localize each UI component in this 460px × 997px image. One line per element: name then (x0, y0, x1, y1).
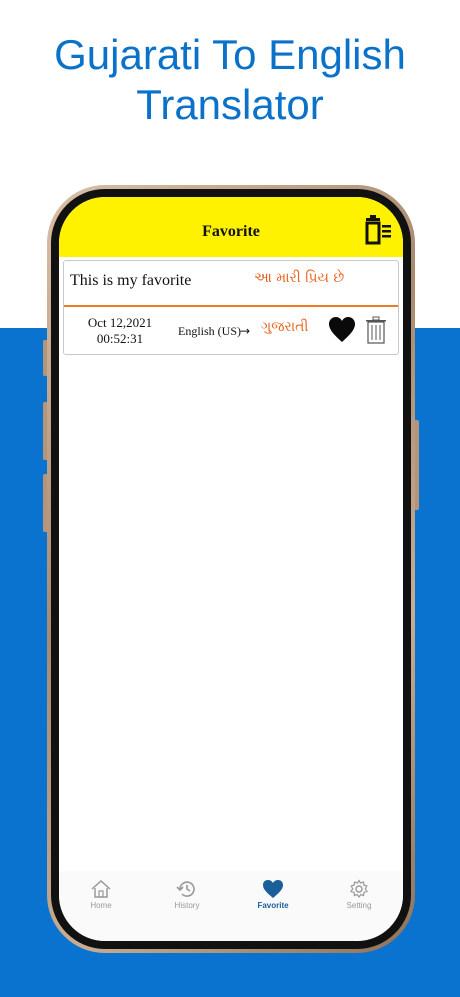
favorite-item-texts: This is my favorite આ મારી પ્રિય છે (64, 261, 398, 307)
translated-text: આ મારી પ્રિય છે (254, 270, 345, 286)
gear-icon (350, 879, 368, 899)
tab-favorite-label: Favorite (257, 901, 289, 910)
tab-history[interactable]: History (157, 879, 217, 910)
app-screen: Favorite This is my favorite આ મારી પ્રિ… (59, 197, 403, 941)
promo-title-line1: Gujarati To English (54, 31, 406, 78)
tab-history-label: History (174, 901, 200, 910)
favorite-date: Oct 12,2021 (87, 315, 153, 330)
tab-setting[interactable]: Setting (329, 879, 389, 910)
favorite-timestamp: Oct 12,2021 00:52:31 (70, 315, 170, 347)
source-language: English (US) (178, 324, 241, 338)
heart-filled-icon[interactable] (328, 316, 356, 344)
home-icon (91, 879, 111, 898)
phone-frame: Favorite This is my favorite આ મારી પ્રિ… (47, 185, 415, 953)
nav-bar: Favorite (59, 197, 403, 257)
arrow-icon: → (240, 324, 251, 338)
source-text: This is my favorite (70, 272, 192, 289)
tab-setting-label: Setting (346, 901, 372, 910)
target-language: ગુજરાતી (261, 319, 309, 335)
trash-icon[interactable] (365, 316, 387, 344)
tab-home-label: Home (90, 901, 112, 910)
history-icon (176, 881, 195, 897)
favorite-item[interactable]: This is my favorite આ મારી પ્રિય છે Oct … (63, 260, 399, 355)
favorite-time: 00:52:31 (96, 331, 144, 346)
promo-title: Gujarati To English Translator (0, 30, 460, 130)
page-title: Favorite (202, 223, 260, 240)
delete-all-icon[interactable] (363, 215, 393, 245)
tab-home[interactable]: Home (71, 879, 131, 910)
heart-icon (263, 880, 283, 898)
promo-title-line2: Translator (136, 81, 324, 128)
tab-favorite[interactable]: Favorite (243, 879, 303, 910)
phone-bezel: Favorite This is my favorite આ મારી પ્રિ… (51, 189, 411, 949)
tab-bar: Home History Favorite Setting (59, 871, 403, 941)
